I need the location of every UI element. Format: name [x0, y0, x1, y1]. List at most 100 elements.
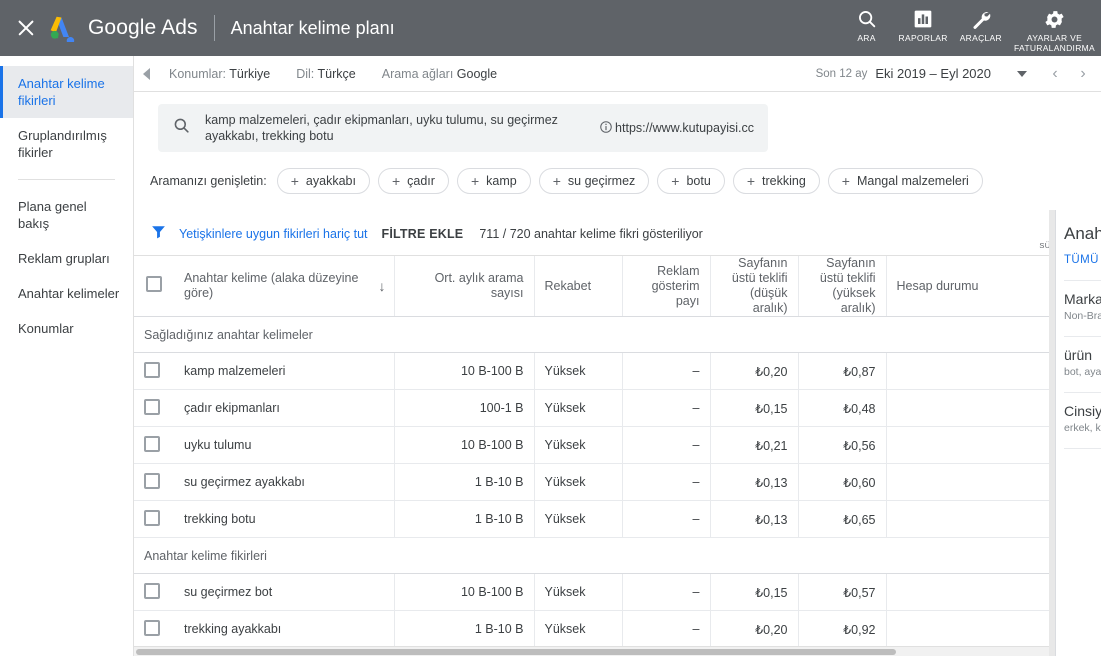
- column-header-top-of-page-bid-high[interactable]: Sayfanın üstü teklifi (yüksek aralık): [798, 256, 886, 317]
- attribute-values: erkek, kadın: [1064, 422, 1101, 434]
- expand-chip-trekking[interactable]: + trekking: [733, 168, 820, 194]
- cell-keyword: kamp malzemeleri: [174, 353, 394, 390]
- locations-filter[interactable]: Konumlar: Türkiye: [156, 67, 283, 81]
- cell-bid-high: ₺0,60: [798, 464, 886, 501]
- date-range-value: Eki 2019 – Eyl 2020: [875, 66, 991, 81]
- locations-filter-value: Türkiye: [229, 67, 270, 81]
- network-filter[interactable]: Arama ağları Google: [369, 67, 510, 81]
- search-button-label: ARA: [857, 33, 875, 43]
- sidebar-item-keyword-ideas[interactable]: Anahtar kelime fikirleri: [0, 66, 133, 118]
- language-filter[interactable]: Dil: Türkçe: [283, 67, 369, 81]
- attribute-group-brand[interactable]: Marka Non-Brand: [1064, 280, 1101, 322]
- sidebar-item-locations[interactable]: Konumlar: [0, 311, 133, 346]
- cell-impression-share: –: [622, 427, 710, 464]
- cell-bid-high: ₺0,92: [798, 611, 886, 648]
- column-header-account-status[interactable]: Hesap durumu: [886, 256, 1049, 317]
- search-icon: [172, 116, 191, 140]
- group-header-label: Anahtar kelime fikirleri: [134, 538, 1049, 574]
- reports-button[interactable]: RAPORLAR: [893, 6, 954, 43]
- table-row[interactable]: çadır ekipmanları 100-1 B Yüksek – ₺0,15…: [134, 390, 1049, 427]
- search-url-chip[interactable]: https://www.kutupayisi.cc: [599, 120, 754, 137]
- cell-competition: Yüksek: [534, 611, 622, 648]
- expand-chip-mangal-malzemeleri[interactable]: + Mangal malzemeleri: [828, 168, 983, 194]
- add-filter-button[interactable]: FİLTRE EKLE: [382, 227, 464, 241]
- sidebar-item-plan-overview[interactable]: Plana genel bakış: [0, 189, 133, 241]
- column-header-avg-monthly-searches[interactable]: Ort. aylık arama sayısı: [394, 256, 534, 317]
- row-checkbox[interactable]: [144, 473, 160, 489]
- column-header-top-of-page-bid-low[interactable]: Sayfanın üstü teklifi (düşük aralık): [710, 256, 798, 317]
- reports-icon: [913, 6, 933, 32]
- locations-filter-key: Konumlar:: [169, 67, 226, 81]
- sidebar-item-label: Anahtar kelime fikirleri: [18, 76, 105, 108]
- table-row[interactable]: uyku tulumu 10 B-100 B Yüksek – ₺0,21 ₺0…: [134, 427, 1049, 464]
- select-all-checkbox[interactable]: [146, 276, 162, 292]
- row-checkbox[interactable]: [144, 583, 160, 599]
- row-checkbox[interactable]: [144, 436, 160, 452]
- exclude-adult-ideas-link[interactable]: Yetişkinlere uygun fikirleri hariç tut: [179, 227, 368, 241]
- reports-button-label: RAPORLAR: [899, 33, 948, 43]
- column-header-competition[interactable]: Rekabet: [534, 256, 622, 317]
- horizontal-scrollbar[interactable]: [134, 646, 1049, 656]
- plus-icon: +: [671, 174, 679, 188]
- search-button[interactable]: ARA: [841, 6, 893, 43]
- table-row[interactable]: su geçirmez bot 10 B-100 B Yüksek – ₺0,1…: [134, 574, 1049, 611]
- network-filter-value: Google: [457, 67, 497, 81]
- expand-chip-cadir[interactable]: + çadır: [378, 168, 449, 194]
- tools-button[interactable]: ARAÇLAR: [954, 6, 1008, 43]
- search-terms-value[interactable]: kamp malzemeleri, çadır ekipmanları, uyk…: [205, 112, 599, 144]
- chevron-down-icon[interactable]: [1017, 71, 1027, 77]
- expand-chip-label: su geçirmez: [568, 174, 635, 188]
- column-header-keyword[interactable]: Anahtar kelime (alaka düzeyine göre) ↓: [174, 256, 394, 317]
- row-checkbox[interactable]: [144, 620, 160, 636]
- cell-competition: Yüksek: [534, 464, 622, 501]
- language-filter-value: Türkçe: [318, 67, 356, 81]
- keyword-planner-page: Google Ads Anahtar kelime planı ARA: [0, 0, 1101, 656]
- expand-chip-su-gecirmez[interactable]: + su geçirmez: [539, 168, 650, 194]
- attribute-group-product[interactable]: ürün bot, ayakkabı: [1064, 336, 1101, 378]
- table-row[interactable]: trekking ayakkabı 1 B-10 B Yüksek – ₺0,2…: [134, 611, 1049, 648]
- table-row[interactable]: kamp malzemeleri 10 B-100 B Yüksek – ₺0,…: [134, 353, 1049, 390]
- expand-chip-ayakkabi[interactable]: + ayakkabı: [277, 168, 370, 194]
- sidebar-item-ad-groups[interactable]: Reklam grupları: [0, 241, 133, 276]
- cell-account-status: [886, 611, 1049, 648]
- attribute-name: ürün: [1064, 347, 1101, 363]
- attribute-group-gender[interactable]: Cinsiyet erkek, kadın: [1064, 392, 1101, 434]
- cell-impression-share: –: [622, 464, 710, 501]
- expand-chip-kamp[interactable]: + kamp: [457, 168, 531, 194]
- collapse-panel-button[interactable]: [136, 56, 156, 92]
- keyword-search-box[interactable]: kamp malzemeleri, çadır ekipmanları, uyk…: [158, 104, 768, 152]
- attribute-values: Non-Brand: [1064, 310, 1101, 322]
- row-checkbox-cell: [134, 390, 174, 427]
- previous-period-button[interactable]: ‹: [1041, 56, 1069, 92]
- plus-icon: +: [842, 174, 850, 188]
- cell-bid-low: ₺0,21: [710, 427, 798, 464]
- next-period-button[interactable]: ›: [1069, 56, 1097, 92]
- cell-competition: Yüksek: [534, 353, 622, 390]
- sidebar-item-label: Anahtar kelimeler: [18, 286, 119, 301]
- scrollbar-thumb[interactable]: [136, 649, 896, 655]
- table-row[interactable]: su geçirmez ayakkabı 1 B-10 B Yüksek – ₺…: [134, 464, 1049, 501]
- close-icon[interactable]: [14, 16, 38, 40]
- table-row[interactable]: trekking botu 1 B-10 B Yüksek – ₺0,13 ₺0…: [134, 501, 1049, 538]
- expand-chip-label: kamp: [486, 174, 517, 188]
- row-checkbox-cell: [134, 501, 174, 538]
- date-range-picker[interactable]: Son 12 ay Eki 2019 – Eyl 2020 ‹ ›: [816, 56, 1101, 92]
- filter-icon[interactable]: [150, 223, 167, 245]
- sidebar-item-keywords[interactable]: Anahtar kelimeler: [0, 276, 133, 311]
- row-checkbox-cell: [134, 427, 174, 464]
- expand-chip-botu[interactable]: + botu: [657, 168, 725, 194]
- row-checkbox[interactable]: [144, 510, 160, 526]
- row-checkbox[interactable]: [144, 362, 160, 378]
- cell-volume: 1 B-10 B: [394, 501, 534, 538]
- row-checkbox[interactable]: [144, 399, 160, 415]
- sidebar-item-label: Konumlar: [18, 321, 74, 336]
- attributes-all-tab[interactable]: TÜMÜ: [1064, 254, 1101, 266]
- sidebar-item-label: Gruplandırılmış fikirler: [18, 128, 107, 160]
- attribute-name: Marka: [1064, 291, 1101, 307]
- settings-billing-button[interactable]: AYARLAR VE FATURALANDIRMA: [1008, 6, 1101, 53]
- attribute-name: Cinsiyet: [1064, 403, 1101, 419]
- cell-bid-high: ₺0,65: [798, 501, 886, 538]
- column-header-ad-impression-share[interactable]: Reklam gösterim payı: [622, 256, 710, 317]
- sidebar-item-grouped-ideas[interactable]: Gruplandırılmış fikirler: [0, 118, 133, 170]
- sort-descending-icon[interactable]: ↓: [379, 279, 386, 293]
